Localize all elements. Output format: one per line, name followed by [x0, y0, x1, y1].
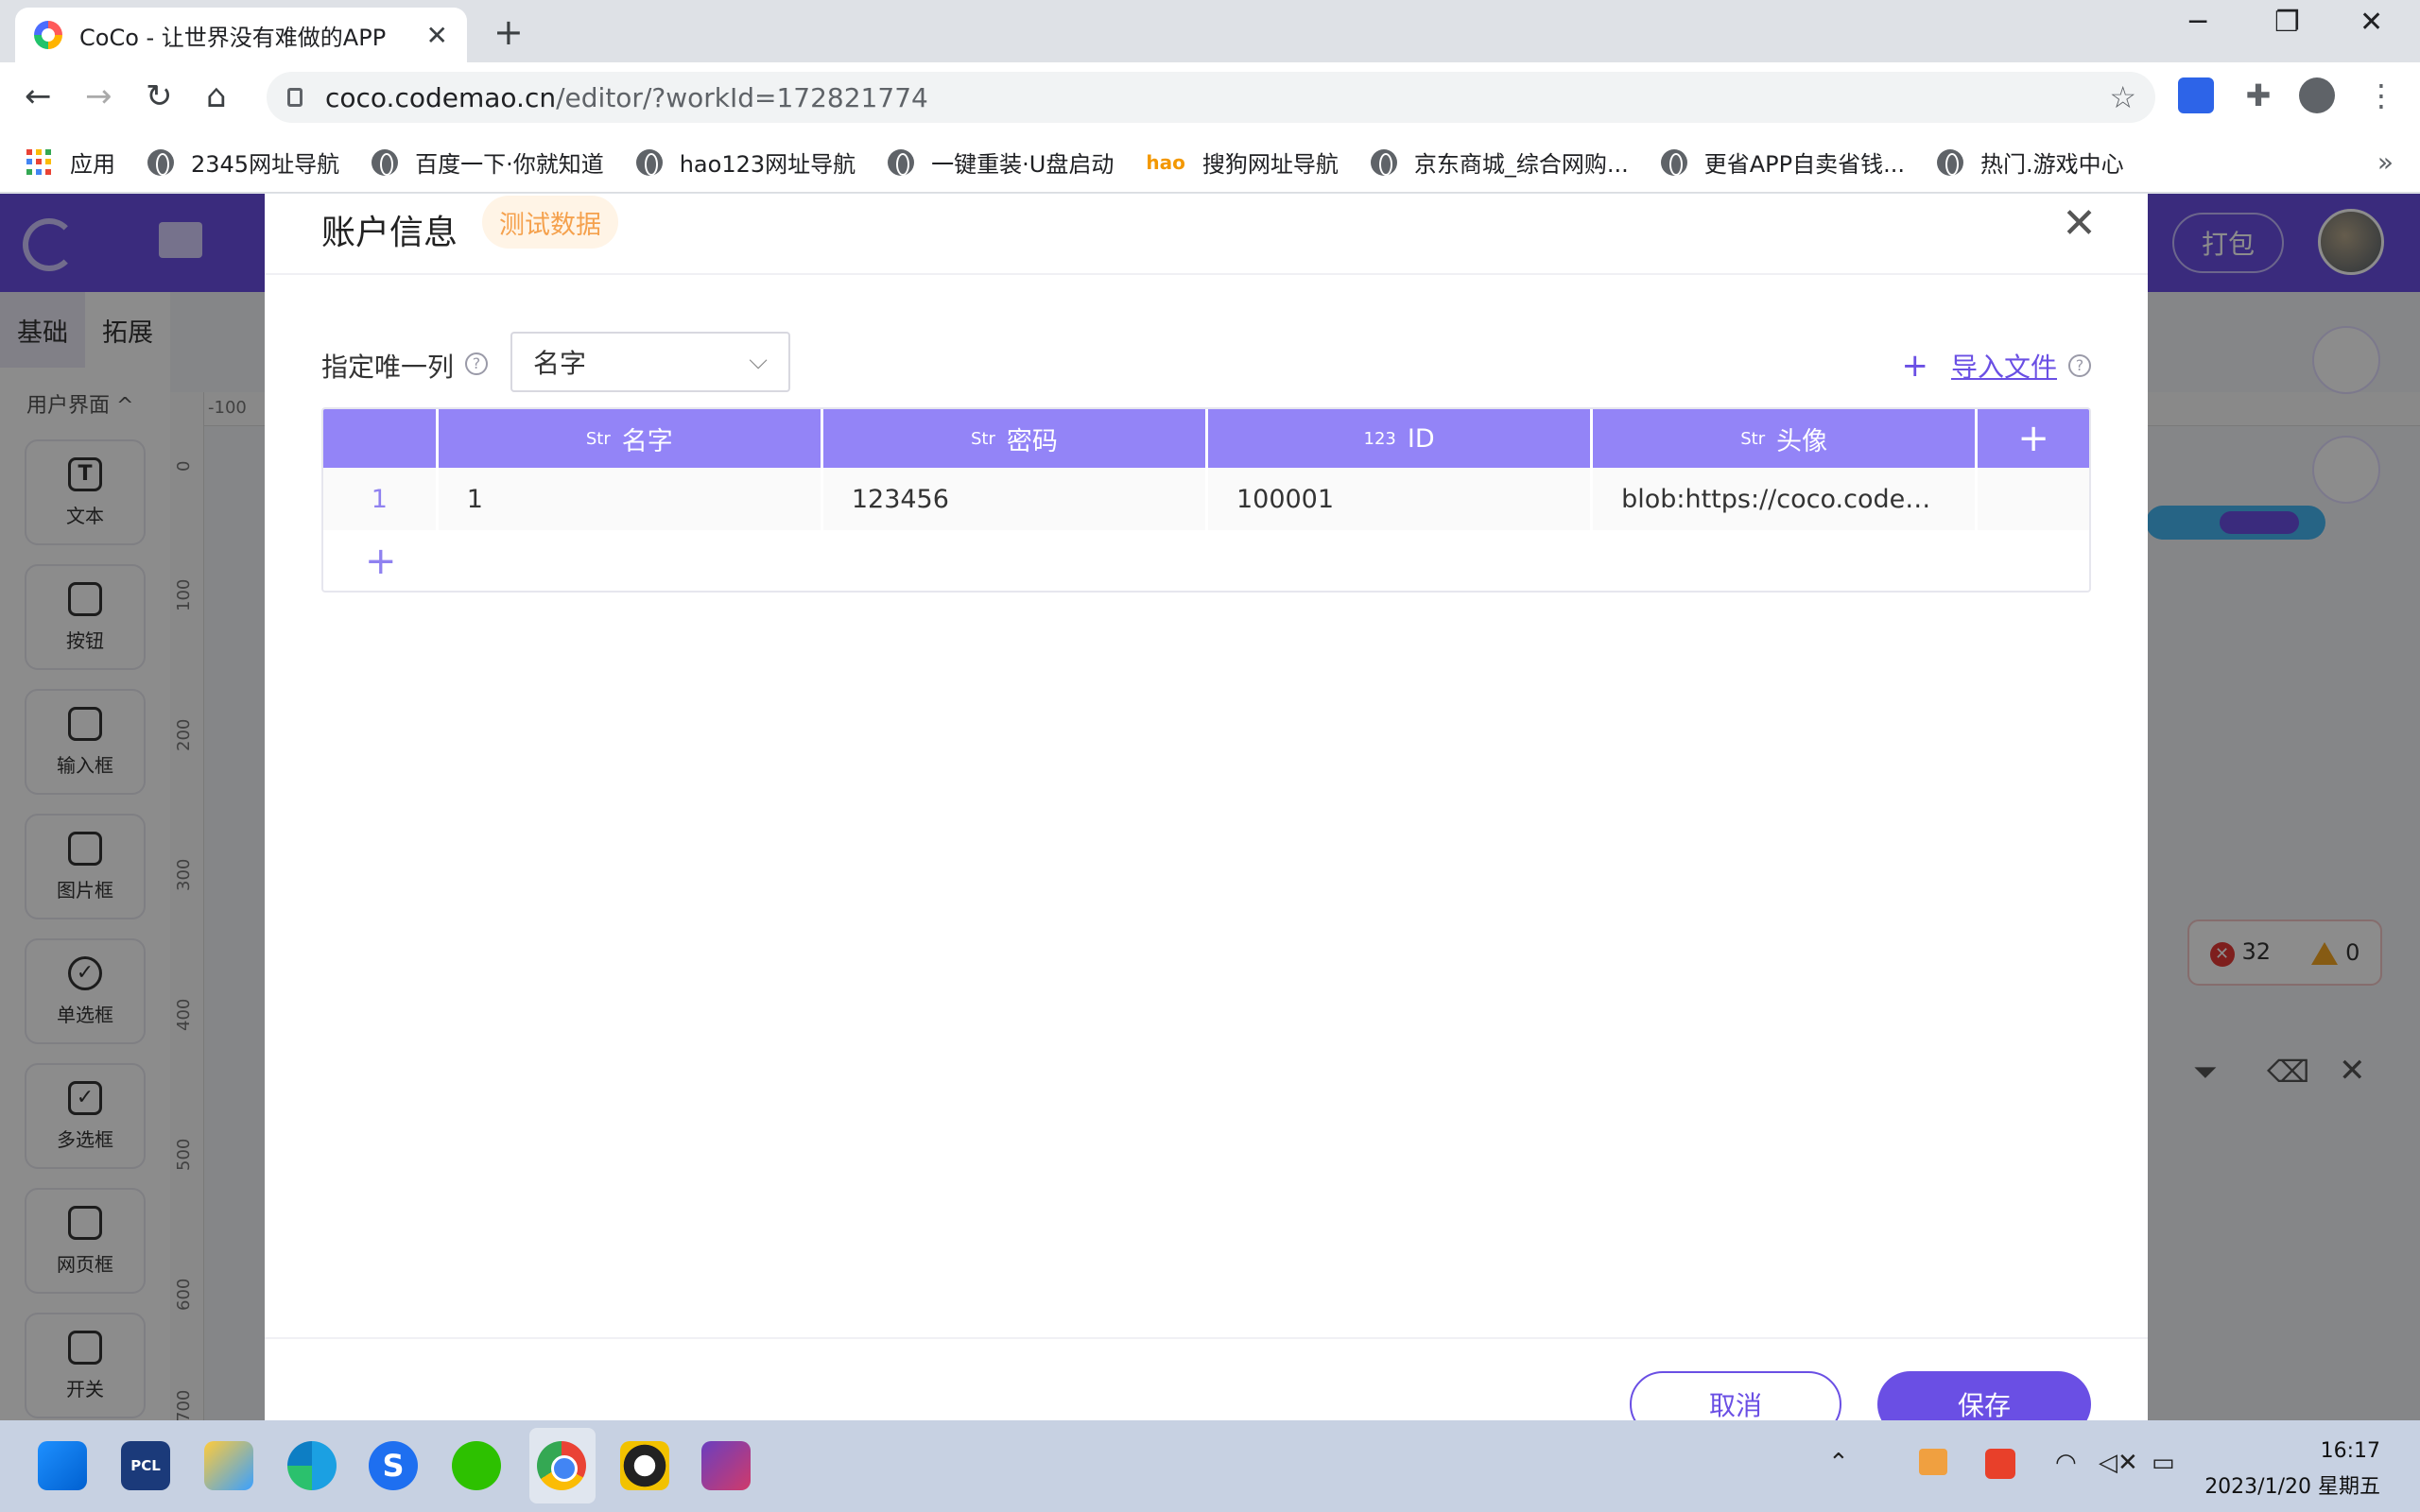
add-column-button[interactable]: + — [1978, 409, 2089, 468]
edge-browser-icon[interactable] — [287, 1441, 337, 1490]
column-header-name[interactable]: Str 名字 — [439, 409, 823, 468]
home-icon[interactable]: ⌂ — [206, 77, 227, 115]
globe-icon — [1660, 148, 1687, 176]
globe-icon — [888, 148, 915, 176]
table-row: 1 1 123456 100001 blob:https://coco.code… — [323, 468, 2089, 530]
clock-date[interactable]: 2023/1/20 星期五 — [2204, 1469, 2380, 1500]
pcl-launcher-icon[interactable]: PCL — [121, 1441, 170, 1490]
menu-kebab-icon[interactable]: ⋮ — [2363, 77, 2399, 113]
column-header-password[interactable]: Str 密码 — [823, 409, 1208, 468]
url-host: coco.codemao.cn — [325, 81, 557, 113]
unique-column-row: 指定唯一列 ? 名字 ⌵ + 导入文件 ? — [321, 332, 2091, 394]
new-tab-button[interactable]: + — [493, 11, 524, 53]
column-header-id[interactable]: 123 ID — [1208, 409, 1594, 468]
plus-icon: + — [1901, 347, 1928, 385]
battery-icon[interactable]: ▭ — [2152, 1449, 2175, 1477]
tray-folder-icon[interactable] — [1919, 1449, 1947, 1475]
dialog-footer: 取消 保存 — [265, 1337, 2148, 1437]
browser-tab-bar: CoCo - 让世界没有难做的APP ✕ + ─ ❐ ✕ — [0, 0, 2420, 62]
globe-icon — [1936, 148, 1963, 176]
windows-start-icon[interactable] — [38, 1441, 87, 1490]
unique-column-label: 指定唯一列 — [321, 352, 455, 383]
sogou-browser-icon[interactable]: S — [369, 1441, 418, 1490]
cell-name[interactable]: 1 — [439, 468, 823, 530]
cell-password[interactable]: 123456 — [823, 468, 1208, 530]
data-table-dialog: 账户信息 测试数据 ✕ 指定唯一列 ? 名字 ⌵ + 导入文件 ? Str 名字 … — [265, 194, 2148, 1437]
data-table: Str 名字 Str 密码 123 ID Str 头像 + 1 1 123456 100… — [321, 407, 2091, 593]
bookmark-sogou[interactable]: hao 搜狗网址导航 — [1146, 146, 1338, 179]
bookmarks-bar: 应用 2345网址导航 百度一下·你就知道 hao123网址导航 一键重装·U盘… — [0, 132, 2420, 193]
qq-penguin-icon[interactable] — [620, 1441, 669, 1490]
restore-icon[interactable]: ❐ — [2274, 6, 2300, 39]
add-row-button[interactable]: + — [323, 530, 2089, 591]
tray-sogou-input-icon[interactable] — [1985, 1449, 2015, 1479]
wifi-icon[interactable]: ◠ — [2055, 1449, 2077, 1477]
bookmark-2345[interactable]: 2345网址导航 — [147, 146, 339, 179]
test-data-tag: 测试数据 — [482, 196, 618, 249]
import-file-button[interactable]: + 导入文件 ? — [1901, 347, 2091, 385]
unique-help-icon[interactable]: ? — [465, 352, 488, 375]
bookmark-gengsheng[interactable]: 更省APP自卖省钱... — [1660, 146, 1905, 179]
table-header: Str 名字 Str 密码 123 ID Str 头像 + — [323, 409, 2089, 468]
reload-icon[interactable]: ↻ — [146, 77, 173, 115]
cell-avatar[interactable]: blob:https://coco.code… — [1593, 468, 1979, 530]
wechat-icon[interactable] — [452, 1441, 501, 1490]
forward-arrow-icon[interactable]: → — [85, 77, 112, 115]
column-header-avatar[interactable]: Str 头像 — [1593, 409, 1979, 468]
game-app-icon[interactable] — [701, 1441, 751, 1490]
dialog-header: 账户信息 测试数据 ✕ — [265, 194, 2148, 275]
row-index: 1 — [323, 468, 439, 530]
extensions-puzzle-icon[interactable]: ✚ — [2240, 77, 2276, 113]
address-bar[interactable]: coco.codemao.cn /editor/?workId=17282177… — [267, 72, 2155, 123]
bookmark-apps[interactable]: 应用 — [26, 146, 115, 179]
profile-icon[interactable] — [2299, 77, 2335, 113]
volume-muted-icon[interactable]: ◁✕ — [2099, 1449, 2138, 1477]
header-index-cell — [323, 409, 439, 468]
bookmark-games[interactable]: 热门.游戏中心 — [1936, 146, 2124, 179]
paint-app-icon[interactable] — [204, 1441, 253, 1490]
cell-id[interactable]: 100001 — [1208, 468, 1594, 530]
globe-icon — [372, 148, 399, 176]
browser-toolbar: ← → ↻ ⌂ coco.codemao.cn /editor/?workId=… — [0, 62, 2420, 132]
clock-time[interactable]: 16:17 — [2321, 1439, 2380, 1463]
globe-icon — [1370, 148, 1397, 176]
browser-tab[interactable]: CoCo - 让世界没有难做的APP ✕ — [15, 8, 467, 62]
hao-icon: hao — [1146, 150, 1185, 174]
dialog-close-icon[interactable]: ✕ — [2062, 199, 2097, 248]
baidu-paw-extension-icon[interactable] — [2178, 77, 2214, 113]
cell-empty — [1978, 468, 2089, 530]
minimize-icon[interactable]: ─ — [2189, 6, 2206, 39]
bookmark-reinstall[interactable]: 一键重装·U盘启动 — [888, 146, 1114, 179]
tab-title: CoCo - 让世界没有难做的APP — [79, 24, 387, 51]
chrome-browser-icon[interactable] — [537, 1441, 586, 1490]
bookmark-jd[interactable]: 京东商城_综合网购... — [1370, 146, 1629, 179]
apps-grid-icon — [26, 148, 53, 176]
unique-column-select[interactable]: 名字 ⌵ — [510, 332, 790, 392]
globe-icon — [635, 148, 663, 176]
tab-close-icon[interactable]: ✕ — [426, 20, 448, 51]
dialog-title: 账户信息 — [321, 214, 458, 252]
globe-icon — [147, 148, 174, 176]
bookmark-baidu[interactable]: 百度一下·你就知道 — [372, 146, 604, 179]
windows-taskbar: PCL S ⌃ ◠ ◁✕ ▭ 16:17 2023/1/20 星期五 — [0, 1420, 2420, 1512]
bookmark-star-icon[interactable]: ☆ — [2109, 79, 2136, 115]
window-close-icon[interactable]: ✕ — [2360, 6, 2383, 39]
tray-chevron-up-icon[interactable]: ⌃ — [1828, 1449, 1849, 1477]
bookmarks-more-icon[interactable]: » — [2377, 146, 2394, 178]
bookmark-hao123[interactable]: hao123网址导航 — [635, 146, 856, 179]
lock-icon — [287, 88, 302, 107]
coco-favicon-icon — [34, 21, 62, 49]
back-arrow-icon[interactable]: ← — [25, 77, 52, 115]
chevron-down-icon: ⌵ — [749, 347, 768, 375]
url-path: /editor/?workId=172821774 — [556, 81, 928, 113]
import-help-icon[interactable]: ? — [2068, 354, 2091, 377]
